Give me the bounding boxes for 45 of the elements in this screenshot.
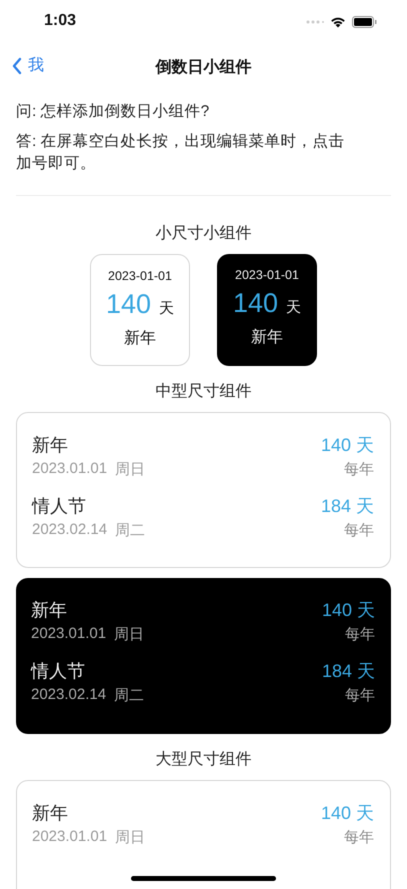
event-name: 新年 bbox=[251, 328, 283, 348]
day-count: 140 天 bbox=[322, 599, 375, 622]
answer-text: 答: 在屏幕空白处长按，出现编辑菜单时，点击加号即可。 bbox=[16, 132, 346, 174]
event-date: 2023.01.01 bbox=[32, 460, 108, 479]
day-count: 140 天 bbox=[320, 434, 374, 457]
day-count: 140 bbox=[106, 289, 152, 320]
event-name: 情人节 bbox=[31, 660, 86, 683]
repeat-label: 每年 bbox=[343, 828, 374, 847]
day-count: 184 天 bbox=[320, 495, 374, 518]
back-chevron-icon bbox=[12, 56, 22, 74]
section-title: 小尺寸小组件 bbox=[154, 224, 252, 244]
event-weekday: 周二 bbox=[114, 686, 144, 705]
day-unit: 天 bbox=[286, 298, 302, 317]
battery-icon bbox=[352, 16, 377, 28]
event-name: 新年 bbox=[32, 434, 69, 457]
event-name: 新年 bbox=[31, 599, 68, 622]
repeat-label: 每年 bbox=[344, 625, 375, 644]
event-weekday: 周日 bbox=[115, 460, 146, 479]
event-name: 情人节 bbox=[32, 495, 87, 518]
question-text: 问: 怎样添加倒数日小组件? bbox=[16, 102, 210, 122]
wifi-icon bbox=[330, 16, 346, 28]
signal-icon bbox=[306, 20, 324, 24]
day-count: 140 天 bbox=[320, 802, 374, 825]
back-button[interactable]: 我 bbox=[12, 55, 44, 76]
event-date: 2023-01-01 bbox=[235, 268, 299, 282]
event-date: 2023.02.14 bbox=[32, 521, 108, 540]
repeat-label: 每年 bbox=[344, 686, 375, 705]
section-title: 中型尺寸组件 bbox=[154, 382, 252, 402]
event-weekday: 周二 bbox=[115, 521, 146, 540]
event-date: 2023-01-01 bbox=[108, 269, 172, 283]
repeat-label: 每年 bbox=[343, 521, 374, 540]
repeat-label: 每年 bbox=[343, 460, 374, 479]
day-unit: 天 bbox=[159, 299, 174, 318]
day-count: 184 天 bbox=[322, 660, 375, 683]
event-date: 2023.01.01 bbox=[32, 828, 108, 847]
event-name: 新年 bbox=[32, 802, 69, 825]
section-title: 大型尺寸组件 bbox=[154, 750, 252, 770]
event-name: 新年 bbox=[124, 328, 156, 349]
event-date: 2023.01.01 bbox=[31, 625, 106, 644]
event-weekday: 周日 bbox=[115, 828, 146, 847]
status-time: 1:03 bbox=[44, 12, 76, 30]
day-count: 140 bbox=[232, 288, 278, 319]
event-date: 2023.02.14 bbox=[31, 686, 106, 705]
event-weekday: 周日 bbox=[114, 625, 144, 644]
nav-title: 倒数日小组件 bbox=[156, 58, 252, 78]
